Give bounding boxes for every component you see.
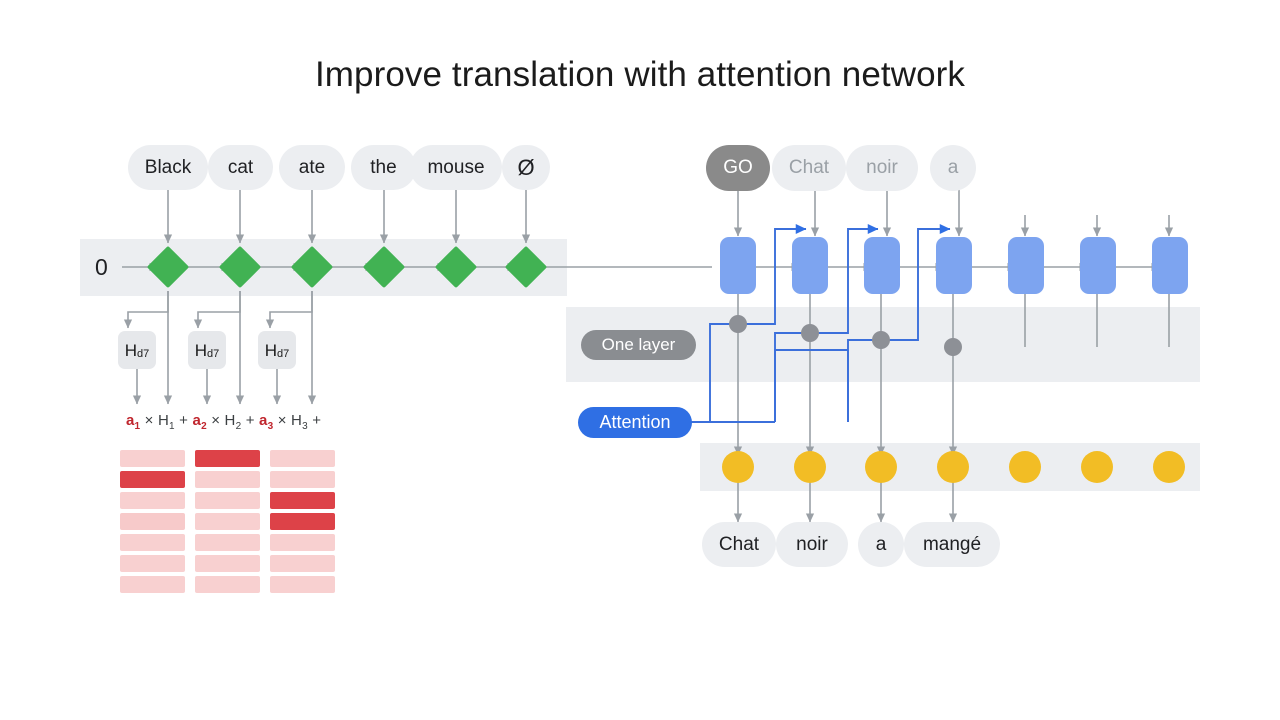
formula-part-7: × H — [273, 412, 303, 429]
empty-set-icon: Ø — [517, 154, 535, 180]
decoder-token-0[interactable]: GO — [706, 145, 770, 191]
decoder-token-2[interactable]: noir — [846, 145, 918, 191]
heatmap-cell — [120, 513, 185, 530]
encoder-token-label: cat — [227, 156, 254, 178]
heatmap-cell — [120, 555, 185, 572]
heatmap-cell — [120, 576, 185, 593]
one-layer-label: One layer — [601, 335, 676, 354]
decoder-cell-3[interactable] — [936, 237, 972, 294]
attention-node-3[interactable] — [944, 338, 962, 356]
hidden-state-label: H — [194, 340, 208, 360]
encoder-initial-state: 0 — [95, 254, 108, 280]
heatmap-cell — [195, 471, 260, 488]
heatmap-cell — [120, 534, 185, 551]
output-node-3[interactable] — [937, 451, 969, 483]
heatmap-cell — [195, 534, 260, 551]
hidden-state-sub: d7 — [137, 347, 150, 360]
heatmap-cell — [195, 555, 260, 572]
decoder-cell-5[interactable] — [1080, 237, 1116, 294]
heatmap-cell — [195, 513, 260, 530]
formula-part-1: × H — [140, 412, 170, 429]
heatmap-cell — [270, 555, 335, 572]
attention-node-2[interactable] — [872, 331, 890, 349]
output-token-2[interactable]: a — [858, 522, 904, 567]
decoder-cell-2[interactable] — [864, 237, 900, 294]
decoder-cell-4[interactable] — [1008, 237, 1044, 294]
formula-part-4: × H — [206, 412, 236, 429]
page-title: Improve translation with attention netwo… — [314, 55, 966, 94]
encoder-token-4[interactable]: mouse — [410, 145, 502, 190]
attention-node-1[interactable] — [801, 324, 819, 342]
heatmap-cell — [120, 450, 185, 467]
output-token-3[interactable]: mangé — [904, 522, 1000, 567]
heatmap-cell — [270, 534, 335, 551]
encoder-token-0[interactable]: Black — [128, 145, 208, 190]
output-token-label: noir — [796, 533, 828, 555]
formula-part-8: + — [307, 412, 322, 429]
one-layer-badge: One layer — [581, 330, 696, 360]
output-node-5[interactable] — [1081, 451, 1113, 483]
attention-weighted-sum-formula: a1 × H1 + a2 × H2 + a3 × H3 + — [126, 412, 321, 432]
hidden-state-box-0[interactable]: Hd7 — [118, 331, 156, 369]
hidden-state-sub: d7 — [277, 347, 290, 360]
heatmap-cell — [120, 471, 185, 488]
output-node-4[interactable] — [1009, 451, 1041, 483]
output-token-0[interactable]: Chat — [702, 522, 776, 567]
encoder-token-2[interactable]: ate — [279, 145, 345, 190]
attention-node-0[interactable] — [729, 315, 747, 333]
hidden-state-sub: d7 — [207, 347, 220, 360]
output-token-label: a — [875, 533, 887, 555]
hidden-state-label: H — [264, 340, 278, 360]
heatmap-cell — [195, 492, 260, 509]
decoder-token-3[interactable]: a — [930, 145, 976, 191]
encoder-token-1[interactable]: cat — [208, 145, 273, 190]
heatmap-cell — [270, 450, 335, 467]
encoder-token-label: mouse — [427, 156, 485, 178]
encoder-token-label: ate — [298, 156, 326, 178]
attention-label: Attention — [599, 412, 671, 432]
output-node-6[interactable] — [1153, 451, 1185, 483]
decoder-cell-1[interactable] — [792, 237, 828, 294]
encoder-token-3[interactable]: the — [351, 145, 416, 190]
decoder-cell-6[interactable] — [1152, 237, 1188, 294]
decoder-token-label: noir — [866, 157, 898, 178]
heatmap-cell — [270, 492, 335, 509]
attention-badge[interactable]: Attention — [578, 407, 692, 438]
hidden-state-box-1[interactable]: Hd7 — [188, 331, 226, 369]
decoder-token-label: GO — [723, 157, 753, 178]
formula-part-6: a — [259, 412, 268, 429]
encoder-token-label: Black — [144, 156, 192, 178]
heatmap-cell — [270, 513, 335, 530]
formula-part-2: + — [174, 412, 193, 429]
heatmap-cell — [195, 450, 260, 467]
heatmap-cell — [270, 471, 335, 488]
hidden-state-label: H — [124, 340, 138, 360]
formula-part-5: + — [241, 412, 260, 429]
hidden-state-box-2[interactable]: Hd7 — [258, 331, 296, 369]
decoder-token-label: Chat — [788, 157, 830, 178]
output-token-1[interactable]: noir — [776, 522, 848, 567]
formula-part-0: a — [126, 412, 135, 429]
encoder-token-5-empty-set[interactable]: Ø — [502, 145, 550, 190]
slide-canvas: Improve translation with attention netwo… — [0, 0, 1280, 720]
heatmap-cell — [270, 576, 335, 593]
decoder-cell-0[interactable] — [720, 237, 756, 294]
attention-heatmap — [120, 450, 335, 600]
encoder-token-label: the — [370, 156, 397, 178]
formula-part-3: a — [192, 412, 202, 429]
decoder-token-label: a — [947, 157, 959, 178]
decoder-token-1[interactable]: Chat — [772, 145, 846, 191]
heatmap-cell — [195, 576, 260, 593]
output-node-1[interactable] — [794, 451, 826, 483]
output-node-0[interactable] — [722, 451, 754, 483]
output-token-label: Chat — [718, 533, 760, 555]
heatmap-cell — [120, 492, 185, 509]
output-node-2[interactable] — [865, 451, 897, 483]
output-token-label: mangé — [922, 533, 982, 555]
